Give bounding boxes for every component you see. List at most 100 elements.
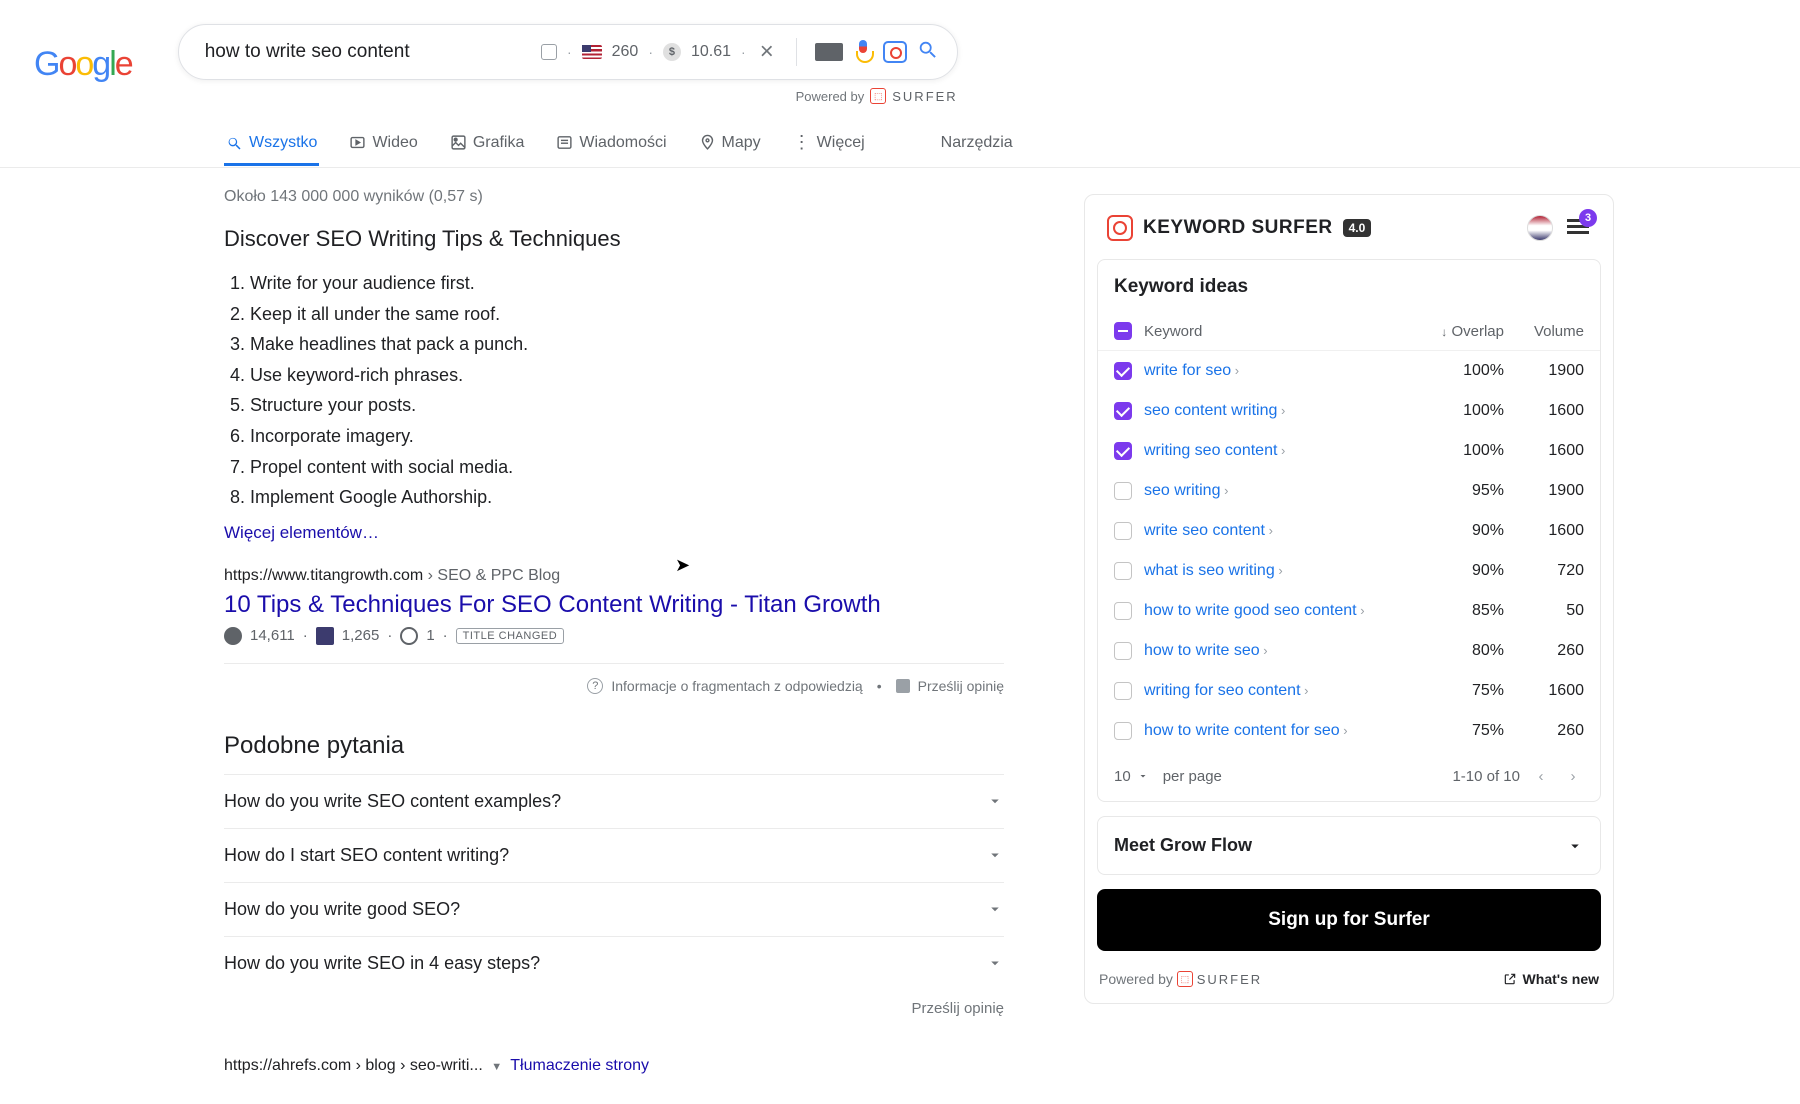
- signup-button[interactable]: Sign up for Surfer: [1097, 889, 1601, 951]
- keyword-checkbox[interactable]: [1114, 362, 1132, 380]
- keyword-row: writing seo content100%1600: [1098, 431, 1600, 471]
- dropdown-icon[interactable]: ▼: [491, 1061, 502, 1073]
- keyword-row: what is seo writing90%720: [1098, 551, 1600, 591]
- list-item: Propel content with social media.: [250, 452, 1004, 483]
- search-input[interactable]: [197, 41, 541, 63]
- keyword-checkbox[interactable]: [1114, 562, 1132, 580]
- keyword-checkbox[interactable]: [1114, 722, 1132, 740]
- keyword-overlap: 90%: [1424, 522, 1504, 540]
- keyword-row: seo content writing100%1600: [1098, 391, 1600, 431]
- search-cpc: 10.61: [691, 43, 731, 61]
- col-overlap[interactable]: ↓ Overlap: [1424, 323, 1504, 340]
- keyword-overlap: 75%: [1424, 682, 1504, 700]
- keyword-overlap: 90%: [1424, 562, 1504, 580]
- keyword-row: how to write content for seo75%260: [1098, 711, 1600, 751]
- keyword-row: write for seo100%1900: [1098, 351, 1600, 391]
- search-result: https://www.titangrowth.com › SEO & PPC …: [224, 567, 1004, 645]
- keyword-link[interactable]: how to write content for seo: [1144, 722, 1424, 740]
- clear-search-button[interactable]: ×: [756, 38, 778, 66]
- search-volume: 260: [612, 43, 639, 61]
- paa-item[interactable]: How do you write SEO content examples?: [224, 774, 1004, 828]
- result-url[interactable]: https://ahrefs.com › blog › seo-writi...…: [224, 1057, 1004, 1075]
- paa-item[interactable]: How do I start SEO content writing?: [224, 828, 1004, 882]
- keyword-overlap: 75%: [1424, 722, 1504, 740]
- tab-maps[interactable]: Mapy: [697, 124, 763, 166]
- feedback-link[interactable]: Prześlij opinię: [918, 678, 1004, 694]
- keyword-link[interactable]: seo content writing: [1144, 402, 1424, 420]
- next-page-button[interactable]: ›: [1562, 765, 1584, 787]
- cursor-icon: ➤: [675, 555, 690, 576]
- list-item: Write for your audience first.: [250, 268, 1004, 299]
- surfer-toggle-checkbox[interactable]: [541, 44, 557, 60]
- keyword-row: seo writing95%1900: [1098, 471, 1600, 511]
- keyword-link[interactable]: how to write good seo content: [1144, 602, 1424, 620]
- tab-tools[interactable]: Narzędzia: [939, 124, 1015, 166]
- keyword-link[interactable]: write seo content: [1144, 522, 1424, 540]
- featured-snippet-list: Write for your audience first. Keep it a…: [224, 268, 1004, 513]
- tab-all[interactable]: Wszystko: [224, 124, 319, 166]
- keyword-volume: 260: [1504, 642, 1584, 660]
- keyword-checkbox[interactable]: [1114, 642, 1132, 660]
- keyword-row: writing for seo content75%1600: [1098, 671, 1600, 711]
- keyword-overlap: 100%: [1424, 402, 1504, 420]
- list-item: Implement Google Authorship.: [250, 482, 1004, 513]
- key-icon: [400, 627, 418, 645]
- col-keyword[interactable]: Keyword: [1144, 323, 1424, 340]
- country-selector-icon[interactable]: [1527, 215, 1553, 241]
- tab-more[interactable]: ⋮ Więcej: [791, 122, 867, 167]
- filter-count-badge: 3: [1579, 209, 1597, 227]
- paa-feedback-link[interactable]: Prześlij opinię: [224, 1000, 1004, 1017]
- keyword-link[interactable]: writing seo content: [1144, 442, 1424, 460]
- keyword-overlap: 85%: [1424, 602, 1504, 620]
- grow-flow-card[interactable]: Meet Grow Flow: [1097, 816, 1601, 875]
- keyword-volume: 1600: [1504, 682, 1584, 700]
- keyword-checkbox[interactable]: [1114, 682, 1132, 700]
- col-volume[interactable]: Volume: [1504, 323, 1584, 340]
- chevron-down-icon: [986, 900, 1004, 918]
- paa-item[interactable]: How do you write SEO in 4 easy steps?: [224, 936, 1004, 990]
- list-item: Use keyword-rich phrases.: [250, 360, 1004, 391]
- flag-us-icon: [582, 45, 602, 59]
- camera-icon[interactable]: [883, 41, 907, 63]
- google-logo[interactable]: Google: [34, 45, 132, 84]
- feedback-icon: [896, 679, 910, 693]
- tab-video[interactable]: Wideo: [347, 124, 419, 166]
- list-item: Keep it all under the same roof.: [250, 299, 1004, 330]
- result-meta: 14,611 · 1,265 · 1 · TITLE CHANGED: [224, 627, 1004, 645]
- result-url[interactable]: https://www.titangrowth.com › SEO & PPC …: [224, 567, 1004, 585]
- paa-heading: Podobne pytania: [224, 732, 1004, 760]
- tab-news[interactable]: Wiadomości: [554, 124, 668, 166]
- keyword-checkbox[interactable]: [1114, 442, 1132, 460]
- keyword-volume: 1600: [1504, 522, 1584, 540]
- help-icon[interactable]: ?: [587, 678, 603, 694]
- keyword-checkbox[interactable]: [1114, 522, 1132, 540]
- keyword-link[interactable]: writing for seo content: [1144, 682, 1424, 700]
- keyword-link[interactable]: write for seo: [1144, 362, 1424, 380]
- prev-page-button[interactable]: ‹: [1530, 765, 1552, 787]
- per-page-selector[interactable]: 10: [1114, 768, 1149, 785]
- keyword-link[interactable]: how to write seo: [1144, 642, 1424, 660]
- keyboard-icon[interactable]: [815, 43, 843, 61]
- keyword-volume: 1900: [1504, 362, 1584, 380]
- keyword-overlap: 80%: [1424, 642, 1504, 660]
- tab-graphics[interactable]: Grafika: [448, 124, 527, 166]
- result-title-link[interactable]: 10 Tips & Techniques For SEO Content Wri…: [224, 591, 1004, 619]
- keyword-link[interactable]: seo writing: [1144, 482, 1424, 500]
- keyword-checkbox[interactable]: [1114, 602, 1132, 620]
- list-item: Make headlines that pack a punch.: [250, 329, 1004, 360]
- keyword-overlap: 95%: [1424, 482, 1504, 500]
- keyword-surfer-panel: KEYWORD SURFER 4.0 3 Keyword ideas Keywo…: [1084, 194, 1614, 1004]
- keyword-checkbox[interactable]: [1114, 402, 1132, 420]
- whats-new-link[interactable]: What's new: [1503, 971, 1599, 987]
- filter-icon[interactable]: 3: [1565, 215, 1591, 241]
- search-button[interactable]: [917, 39, 939, 66]
- mic-icon[interactable]: [853, 40, 873, 64]
- keyword-volume: 1900: [1504, 482, 1584, 500]
- keyword-checkbox[interactable]: [1114, 482, 1132, 500]
- result-stats: Około 143 000 000 wyników (0,57 s): [224, 188, 1004, 206]
- more-items-link[interactable]: Więcej elementów…: [224, 523, 1004, 543]
- keyword-link[interactable]: what is seo writing: [1144, 562, 1424, 580]
- select-all-checkbox[interactable]: [1114, 322, 1132, 340]
- translate-link[interactable]: Tłumaczenie strony: [510, 1057, 649, 1074]
- paa-item[interactable]: How do you write good SEO?: [224, 882, 1004, 936]
